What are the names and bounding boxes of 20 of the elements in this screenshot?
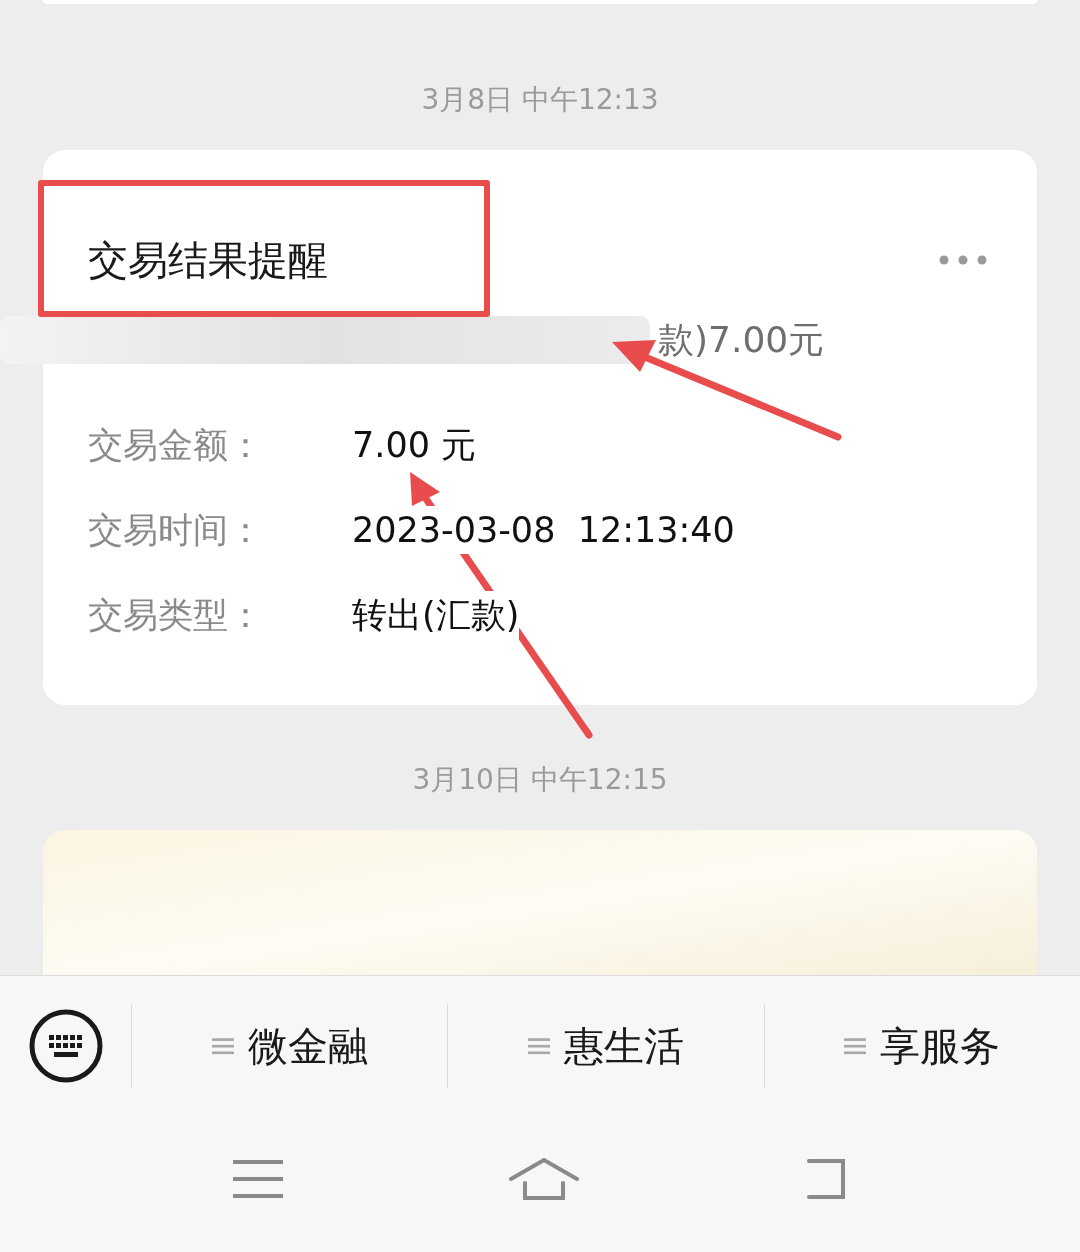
field-label: 交易时间：: [88, 509, 264, 552]
timestamp: 3月10日 中午12:15: [412, 764, 668, 796]
timestamp: 3月8日 中午12:13: [421, 84, 659, 116]
card-summary: 款)7.00元: [658, 318, 825, 362]
field-value: 2023-03-08 12:13:40: [352, 506, 735, 554]
back-icon[interactable]: [805, 1157, 847, 1201]
menu-button[interactable]: 惠生活: [528, 1022, 684, 1070]
menu-icon: [844, 1037, 867, 1055]
more-icon[interactable]: [939, 255, 987, 265]
field-value: 转出(汇款): [352, 591, 520, 639]
menu-button[interactable]: 享服务: [844, 1022, 1001, 1070]
home-icon[interactable]: [509, 1157, 579, 1201]
menu-icon: [528, 1037, 550, 1055]
keyboard-icon[interactable]: [28, 1009, 103, 1083]
card-title: 交易结果提醒: [88, 236, 328, 284]
menu-icon: [211, 1037, 234, 1055]
menu-button[interactable]: 微金融: [211, 1022, 368, 1070]
field-label: 交易金额：: [88, 424, 264, 467]
field-label: 交易类型：: [88, 594, 264, 637]
menu-icon[interactable]: [233, 1160, 283, 1198]
